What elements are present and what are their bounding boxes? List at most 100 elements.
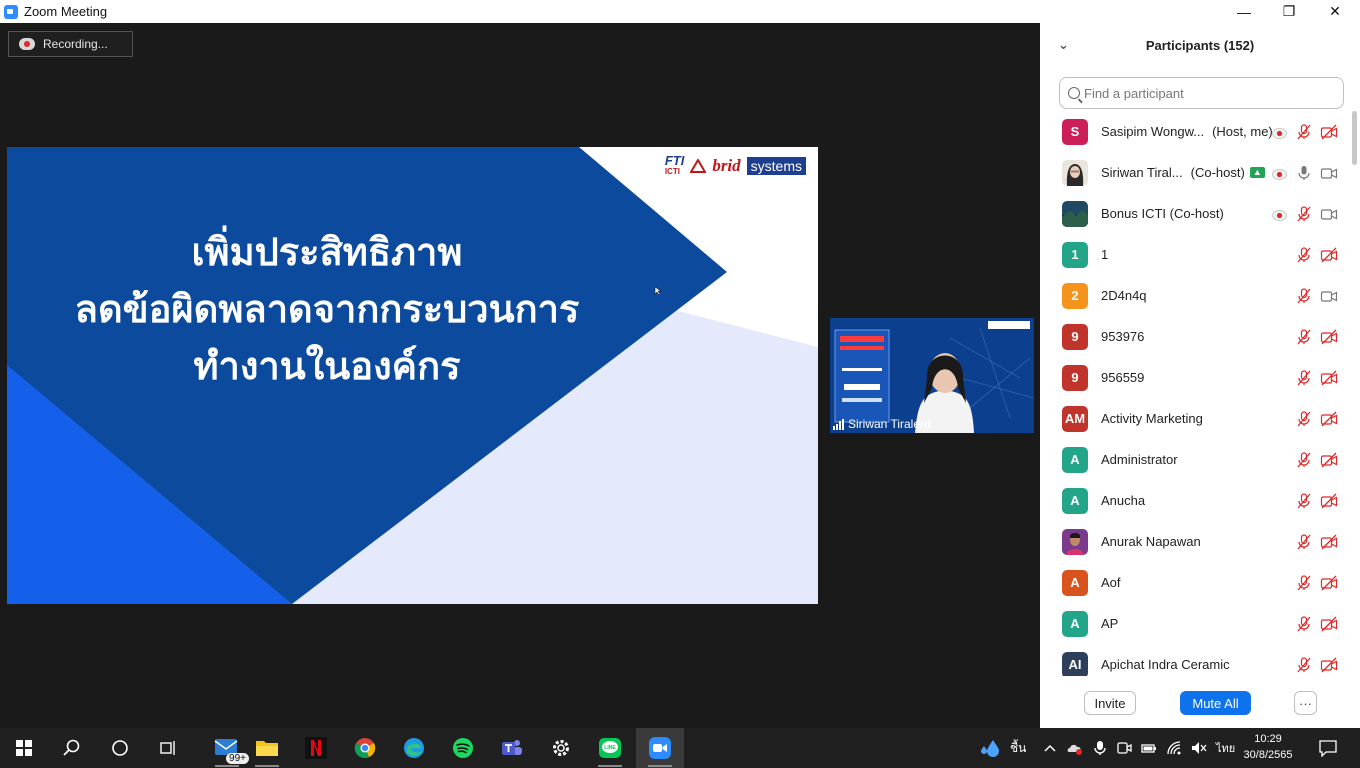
- slide-line-3: ทำงานในองค์กร: [193, 346, 461, 388]
- mic-muted-icon[interactable]: [1296, 124, 1312, 140]
- participant-row[interactable]: Bonus ICTI (Co-host): [1040, 193, 1350, 234]
- participant-row[interactable]: Anurak Napawan: [1040, 521, 1350, 562]
- participant-row[interactable]: A Anucha: [1040, 480, 1350, 521]
- weather-widget[interactable]: ชื้น: [980, 728, 1026, 768]
- participant-name: Aof: [1101, 575, 1121, 590]
- tray-icons: [1066, 728, 1208, 768]
- start-button[interactable]: [0, 728, 48, 768]
- invite-button[interactable]: Invite: [1084, 691, 1136, 715]
- wifi-icon[interactable]: [1166, 740, 1184, 756]
- scrollbar-thumb[interactable]: [1352, 111, 1357, 165]
- close-button[interactable]: ✕: [1312, 0, 1358, 23]
- video-off-icon[interactable]: [1320, 124, 1338, 140]
- participant-role: (Co-host): [1190, 165, 1245, 180]
- avatar: AM: [1062, 405, 1088, 432]
- participant-name: 953976: [1101, 329, 1145, 344]
- avatar: A: [1062, 569, 1088, 596]
- onedrive-icon[interactable]: [1066, 740, 1084, 756]
- participant-search[interactable]: [1059, 77, 1344, 109]
- video-off-icon[interactable]: [1320, 575, 1338, 591]
- zoom-app-icon: [4, 4, 18, 19]
- mic-muted-icon[interactable]: [1296, 206, 1312, 222]
- participant-row[interactable]: A AP: [1040, 603, 1350, 644]
- spotify-app[interactable]: [439, 728, 487, 768]
- video-off-icon[interactable]: [1320, 329, 1338, 345]
- video-off-icon[interactable]: [1320, 411, 1338, 427]
- mic-muted-icon[interactable]: [1296, 657, 1312, 673]
- zoom-app[interactable]: [636, 728, 684, 768]
- shared-screen: FTI ICTI brid systems เพิ่มประสิทธิภาพ ลด…: [7, 147, 818, 604]
- recording-indicator[interactable]: Recording...: [8, 31, 133, 57]
- cortana-button[interactable]: [96, 728, 144, 768]
- mic-muted-icon[interactable]: [1296, 329, 1312, 345]
- mic-muted-icon[interactable]: [1296, 411, 1312, 427]
- line-app[interactable]: LINE: [586, 728, 634, 768]
- video-icon[interactable]: [1320, 288, 1338, 304]
- teams-app[interactable]: [488, 728, 536, 768]
- video-off-icon[interactable]: [1320, 493, 1338, 509]
- participant-row[interactable]: S Sasipim Wongw... (Host, me): [1040, 111, 1350, 152]
- video-off-icon[interactable]: [1320, 370, 1338, 386]
- notification-icon: [1319, 740, 1337, 757]
- settings-app[interactable]: [537, 728, 585, 768]
- microphone-icon[interactable]: [1092, 740, 1108, 756]
- video-off-icon[interactable]: [1320, 534, 1338, 550]
- mic-muted-icon[interactable]: [1296, 288, 1312, 304]
- file-explorer-app[interactable]: [243, 728, 291, 768]
- mic-muted-icon[interactable]: [1296, 575, 1312, 591]
- participant-row[interactable]: 11: [1040, 234, 1350, 275]
- participant-row[interactable]: 2 2D4n4q: [1040, 275, 1350, 316]
- chevron-down-icon[interactable]: ⌄: [1058, 37, 1069, 53]
- participant-name: AP: [1101, 616, 1119, 631]
- microphone-icon[interactable]: [1296, 165, 1312, 181]
- taskbar-clock[interactable]: 10:29 30/8/2565: [1238, 731, 1298, 763]
- taskbar-search-button[interactable]: [48, 728, 96, 768]
- mic-muted-icon[interactable]: [1296, 493, 1312, 509]
- participant-row[interactable]: A Administrator: [1040, 439, 1350, 480]
- video-off-icon[interactable]: [1320, 452, 1338, 468]
- edge-icon: [404, 738, 424, 758]
- participant-row[interactable]: AM Activity Marketing: [1040, 398, 1350, 439]
- mic-muted-icon[interactable]: [1296, 370, 1312, 386]
- mute-all-button[interactable]: Mute All: [1180, 691, 1251, 715]
- battery-icon[interactable]: [1140, 740, 1158, 756]
- more-options-button[interactable]: ···: [1294, 691, 1317, 715]
- video-off-icon[interactable]: [1320, 657, 1338, 673]
- slide-headline: เพิ่มประสิทธิภาพ ลดข้อผิดพลาดจากกระบวนกา…: [7, 225, 647, 396]
- minimize-button[interactable]: —: [1221, 0, 1267, 23]
- task-view-button[interactable]: [144, 728, 192, 768]
- avatar: [1062, 200, 1088, 227]
- video-off-icon[interactable]: [1320, 247, 1338, 263]
- notification-button[interactable]: [1318, 728, 1338, 768]
- camera-tray-icon[interactable]: [1116, 740, 1132, 756]
- participant-row[interactable]: 9 953976: [1040, 316, 1350, 357]
- participant-name: Anucha: [1101, 493, 1146, 508]
- video-off-icon[interactable]: [1320, 616, 1338, 632]
- recording-icon: [1272, 167, 1287, 180]
- mic-muted-icon[interactable]: [1296, 534, 1312, 550]
- video-thumbnail[interactable]: Siriwan Tiralerd: [830, 318, 1034, 433]
- search-icon: [1068, 87, 1080, 99]
- tray-overflow[interactable]: [1043, 728, 1057, 768]
- netflix-app[interactable]: [292, 728, 340, 768]
- mic-muted-icon[interactable]: [1296, 247, 1312, 263]
- search-input[interactable]: [1084, 85, 1324, 101]
- participant-row[interactable]: AI Apichat Indra Ceramic: [1040, 644, 1350, 676]
- maximize-button[interactable]: ❐: [1266, 0, 1312, 23]
- avatar: 2: [1062, 282, 1088, 309]
- edge-app[interactable]: [390, 728, 438, 768]
- participant-row[interactable]: 9 956559: [1040, 357, 1350, 398]
- windows-taskbar: 99+ LINE ชื้น ไทย 10:29 30/8/2565: [0, 728, 1360, 768]
- participant-scrollbar[interactable]: [1350, 111, 1358, 676]
- volume-muted-icon[interactable]: [1190, 740, 1208, 756]
- participant-name: Sasipim Wongw...: [1101, 124, 1205, 139]
- participant-row[interactable]: A Aof: [1040, 562, 1350, 603]
- video-icon[interactable]: [1320, 206, 1338, 222]
- video-icon[interactable]: [1320, 165, 1338, 181]
- slide-logo: FTI ICTI brid systems: [665, 154, 806, 177]
- chrome-app[interactable]: [341, 728, 389, 768]
- language-indicator[interactable]: ไทย: [1216, 728, 1235, 768]
- participant-row[interactable]: Siriwan Tiral... (Co-host) ▲: [1040, 152, 1350, 193]
- mic-muted-icon[interactable]: [1296, 452, 1312, 468]
- mic-muted-icon[interactable]: [1296, 616, 1312, 632]
